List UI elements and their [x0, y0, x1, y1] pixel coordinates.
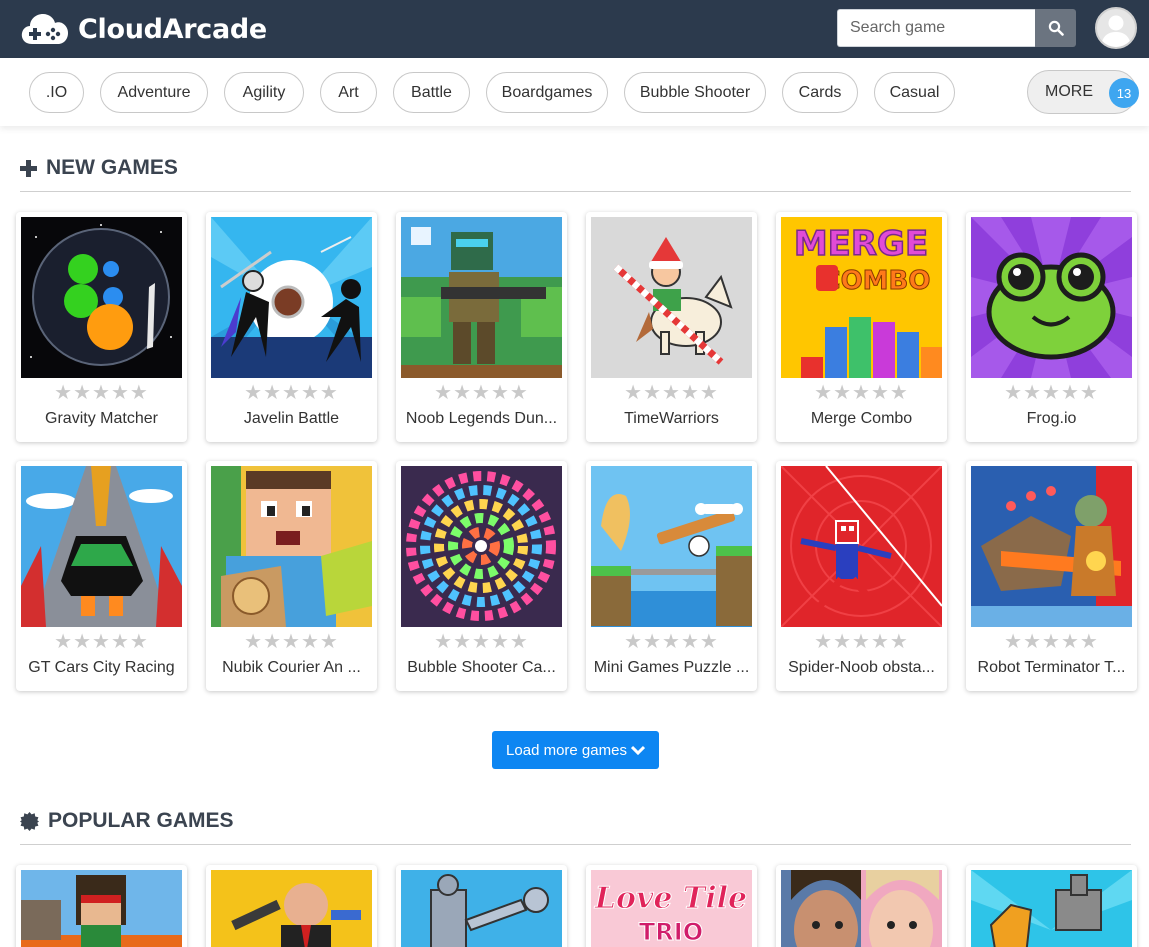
game-title: Gravity Matcher: [45, 410, 158, 427]
svg-text:TRIO: TRIO: [639, 918, 703, 946]
game-thumbnail: [971, 466, 1132, 627]
search-icon: [1048, 20, 1064, 36]
game-thumbnail: [21, 217, 182, 378]
new-games-heading: NEW GAMES: [20, 153, 178, 183]
load-more-button[interactable]: Load more games: [492, 731, 659, 769]
svg-text:Love Tile: Love Tile: [594, 881, 747, 916]
game-thumbnail: [401, 466, 562, 627]
top-navbar: CloudArcade: [0, 0, 1149, 58]
game-thumbnail: [21, 870, 182, 947]
game-thumbnail: [591, 217, 752, 378]
game-title: Mini Games Puzzle ...: [593, 659, 750, 676]
game-title: Robot Terminator T...: [977, 659, 1126, 676]
chevron-down-icon: [630, 745, 645, 755]
brand-name: CloudArcade: [78, 13, 267, 45]
game-title: Frog.io: [1026, 410, 1077, 427]
game-card-bubble-shooter[interactable]: ★★★★★ Bubble Shooter Ca...: [396, 461, 567, 691]
rating-stars: ★★★★★: [434, 629, 529, 653]
rating-stars: ★★★★★: [624, 629, 719, 653]
user-avatar[interactable]: [1095, 7, 1137, 49]
category-casual[interactable]: Casual: [874, 72, 955, 113]
category-adventure[interactable]: Adventure: [100, 72, 208, 113]
section-divider: [20, 191, 1131, 192]
more-label: MORE: [1045, 83, 1093, 100]
game-title: GT Cars City Racing: [28, 659, 175, 676]
game-card-timewarriors[interactable]: ★★★★★ TimeWarriors: [586, 212, 757, 442]
game-thumbnail: [781, 870, 942, 947]
more-categories-button[interactable]: MORE 13: [1027, 70, 1139, 114]
game-card-gravity-matcher[interactable]: ★★★★★ Gravity Matcher: [16, 212, 187, 442]
game-card-nubik-courier[interactable]: ★★★★★ Nubik Courier An ...: [206, 461, 377, 691]
category-battle[interactable]: Battle: [393, 72, 470, 113]
popular-game-card[interactable]: Love Tile TRIO: [586, 865, 757, 947]
rating-stars: ★★★★★: [434, 380, 529, 404]
popular-games-title: POPULAR GAMES: [48, 809, 234, 832]
game-thumbnail: MERGE COMBO: [781, 217, 942, 378]
game-title: Bubble Shooter Ca...: [407, 659, 556, 676]
new-games-title: NEW GAMES: [46, 156, 178, 179]
popular-game-card[interactable]: [206, 865, 377, 947]
category-bar: .IO Adventure Agility Art Battle Boardga…: [0, 58, 1149, 126]
badge-icon: [20, 811, 39, 831]
category-bubble-shooter[interactable]: Bubble Shooter: [624, 72, 766, 113]
popular-game-card[interactable]: [966, 865, 1137, 947]
game-title: Merge Combo: [810, 410, 913, 427]
rating-stars: ★★★★★: [1004, 380, 1099, 404]
game-card-gt-cars[interactable]: ★★★★★ GT Cars City Racing: [16, 461, 187, 691]
popular-game-card[interactable]: [776, 865, 947, 947]
search-form: [837, 9, 1076, 47]
game-thumbnail: [21, 466, 182, 627]
game-card-merge-combo[interactable]: MERGE COMBO ★★★★★ Merge Combo: [776, 212, 947, 442]
section-divider: [20, 844, 1131, 845]
rating-stars: ★★★★★: [814, 629, 909, 653]
popular-game-card[interactable]: [396, 865, 567, 947]
game-thumbnail: [971, 217, 1132, 378]
search-input[interactable]: [837, 9, 1035, 47]
popular-games-heading: POPULAR GAMES: [20, 806, 234, 836]
game-thumbnail: [591, 466, 752, 627]
load-more-label: Load more games: [506, 741, 627, 759]
user-icon: [1101, 15, 1131, 47]
category-io[interactable]: .IO: [29, 72, 84, 113]
game-card-frog-io[interactable]: ★★★★★ Frog.io: [966, 212, 1137, 442]
gamepad-cloud-icon: [21, 14, 69, 44]
game-title: Javelin Battle: [243, 410, 340, 427]
game-thumbnail: [211, 870, 372, 947]
rating-stars: ★★★★★: [244, 629, 339, 653]
game-card-mini-games-puzzle[interactable]: ★★★★★ Mini Games Puzzle ...: [586, 461, 757, 691]
game-thumbnail: [401, 217, 562, 378]
category-art[interactable]: Art: [320, 72, 377, 113]
more-count-badge: 13: [1109, 78, 1139, 108]
category-boardgames[interactable]: Boardgames: [486, 72, 608, 113]
game-title: TimeWarriors: [624, 410, 719, 427]
rating-stars: ★★★★★: [814, 380, 909, 404]
rating-stars: ★★★★★: [1004, 629, 1099, 653]
game-title: Spider-Noob obsta...: [788, 659, 935, 676]
game-thumbnail: [211, 217, 372, 378]
rating-stars: ★★★★★: [244, 380, 339, 404]
site-logo[interactable]: CloudArcade: [20, 7, 267, 51]
rating-stars: ★★★★★: [624, 380, 719, 404]
search-button[interactable]: [1035, 9, 1076, 47]
game-title: Nubik Courier An ...: [222, 659, 361, 676]
game-card-robot-terminator[interactable]: ★★★★★ Robot Terminator T...: [966, 461, 1137, 691]
game-card-noob-legends[interactable]: ★★★★★ Noob Legends Dun...: [396, 212, 567, 442]
game-thumbnail: [211, 466, 372, 627]
game-thumbnail: [971, 870, 1132, 947]
category-agility[interactable]: Agility: [224, 72, 304, 113]
game-thumbnail: [781, 466, 942, 627]
svg-text:MERGE: MERGE: [794, 224, 928, 264]
game-card-spider-noob[interactable]: ★★★★★ Spider-Noob obsta...: [776, 461, 947, 691]
game-card-javelin-battle[interactable]: ★★★★★ Javelin Battle: [206, 212, 377, 442]
game-thumbnail: [401, 870, 562, 947]
rating-stars: ★★★★★: [54, 629, 149, 653]
game-thumbnail: Love Tile TRIO: [591, 870, 752, 947]
plus-icon: [20, 159, 37, 177]
rating-stars: ★★★★★: [54, 380, 149, 404]
category-cards[interactable]: Cards: [782, 72, 858, 113]
popular-game-card[interactable]: [16, 865, 187, 947]
game-title: Noob Legends Dun...: [405, 410, 558, 427]
